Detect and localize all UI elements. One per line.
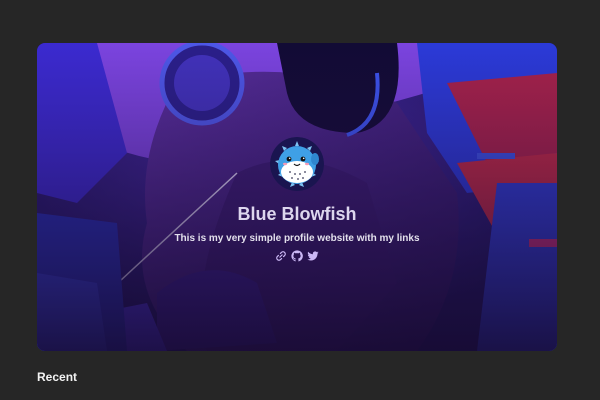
hero-banner: Blue Blowfish This is my very simple pro… <box>37 43 557 351</box>
github-icon[interactable] <box>291 250 303 262</box>
profile-name: Blue Blowfish <box>237 204 357 224</box>
page: Blue Blowfish This is my very simple pro… <box>0 0 600 400</box>
profile-tagline: This is my very simple profile website w… <box>174 233 420 244</box>
link-icon[interactable] <box>275 250 287 262</box>
social-links <box>37 250 557 264</box>
profile-card: Blue Blowfish This is my very simple pro… <box>37 137 557 264</box>
twitter-icon[interactable] <box>307 250 319 262</box>
recent-section-title: Recent <box>37 370 78 384</box>
blowfish-avatar <box>270 137 324 191</box>
